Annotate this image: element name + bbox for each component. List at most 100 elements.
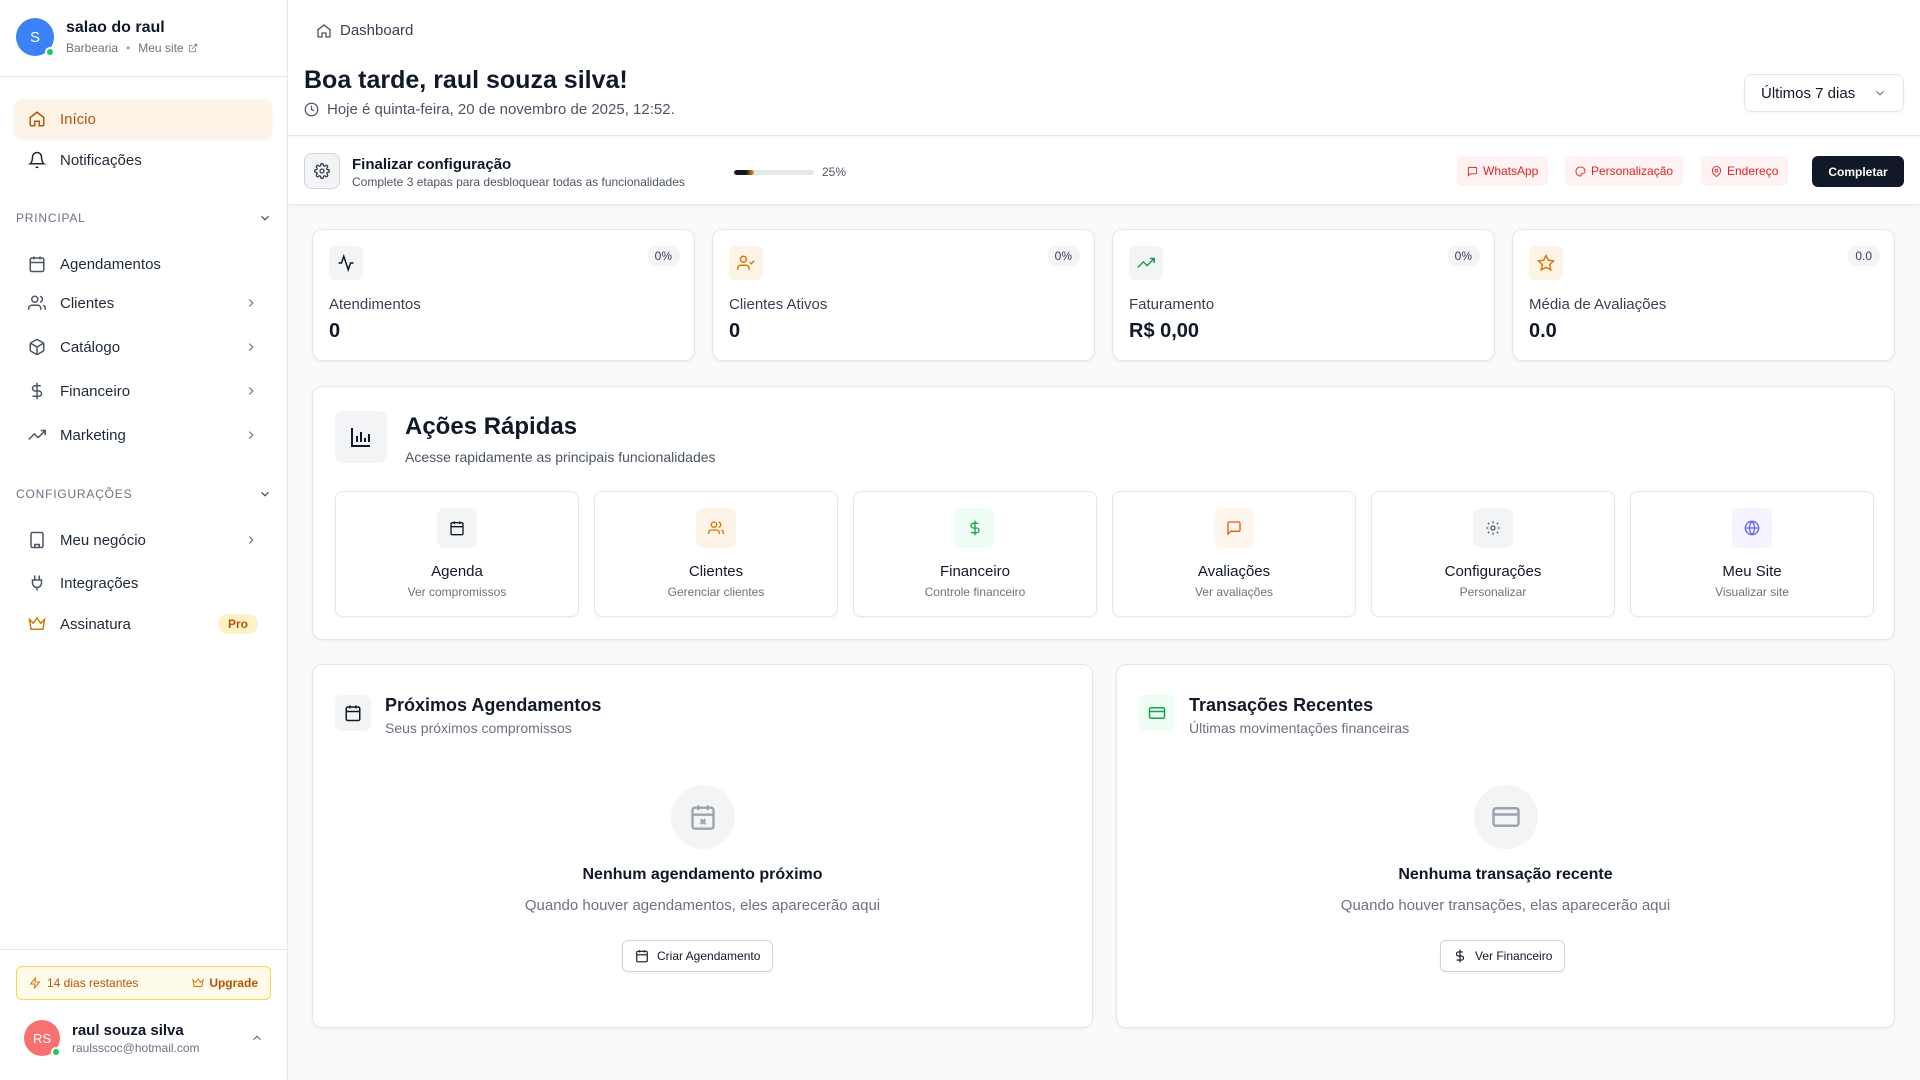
period-value: Últimos 7 dias <box>1761 84 1856 102</box>
stat-label: Atendimentos <box>329 296 421 313</box>
main-content: Dashboard Boa tarde, raul souza silva! H… <box>288 0 1920 1080</box>
empty-state-title: Nenhum agendamento próximo <box>582 866 823 883</box>
trending-up-icon <box>28 426 46 444</box>
online-indicator <box>51 1047 61 1057</box>
setup-title: Finalizar configuração <box>352 156 512 173</box>
trial-days: 14 dias restantes <box>47 976 139 990</box>
nav-item-marketing[interactable]: Marketing <box>14 415 272 455</box>
brand-header[interactable]: S salao do raul Barbearia • Meu site <box>16 18 198 57</box>
setup-chip-endereco[interactable]: Endereço <box>1701 156 1789 186</box>
nav-item-inicio[interactable]: Início <box>14 99 272 139</box>
stat-card-clientes-ativos: 0% Clientes Ativos 0 <box>712 229 1095 361</box>
my-site-link[interactable]: Meu site <box>138 41 197 55</box>
period-select[interactable]: Últimos 7 dias <box>1744 74 1904 112</box>
quick-action-title: Meu Site <box>1722 563 1782 580</box>
recent-transactions-panel: Transações Recentes Últimas movimentaçõe… <box>1116 664 1895 1028</box>
nav-item-notificacoes[interactable]: Notificações <box>14 140 272 180</box>
setup-chip-whatsapp[interactable]: WhatsApp <box>1457 156 1549 186</box>
building-icon <box>28 531 46 549</box>
stat-card-faturamento: 0% Faturamento R$ 0,00 <box>1112 229 1495 361</box>
quick-action-subtitle: Ver avaliações <box>1194 585 1274 599</box>
dollar-icon <box>28 382 46 400</box>
section-config-label: CONFIGURAÇÕES <box>16 487 133 501</box>
chevron-right-icon <box>244 340 258 354</box>
quick-action-avaliacoes[interactable]: Avaliações Ver avaliações <box>1112 491 1356 617</box>
calendar-icon <box>28 255 46 273</box>
calendar-x-icon <box>671 785 735 849</box>
quick-action-configuracoes[interactable]: Configurações Personalizar <box>1371 491 1615 617</box>
quick-action-title: Clientes <box>688 563 744 580</box>
online-indicator <box>45 47 55 57</box>
user-initials: RS <box>32 1030 52 1046</box>
quick-action-subtitle: Gerenciar clientes <box>667 585 765 599</box>
stat-label: Faturamento <box>1129 296 1215 313</box>
empty-state-title: Nenhuma transação recente <box>1398 866 1613 883</box>
users-icon <box>696 508 736 548</box>
chevron-down-icon <box>258 211 272 225</box>
my-site-label: Meu site <box>138 41 184 55</box>
brand-avatar: S <box>16 18 55 57</box>
user-check-icon <box>729 246 763 280</box>
quick-action-clientes[interactable]: Clientes Gerenciar clientes <box>594 491 838 617</box>
stat-value: 0.0 <box>1529 320 1557 342</box>
nav-label: Integrações <box>60 574 139 592</box>
brand-initial: S <box>29 28 40 46</box>
create-appointment-button[interactable]: Criar Agendamento <box>622 940 774 972</box>
calendar-icon <box>635 949 649 963</box>
calendar-icon <box>437 508 477 548</box>
chevron-right-icon <box>244 533 258 547</box>
activity-icon <box>329 246 363 280</box>
stat-value: 0 <box>329 320 341 342</box>
nav-item-clientes[interactable]: Clientes <box>14 283 272 323</box>
stat-value: R$ 0,00 <box>1129 320 1200 342</box>
nav-item-agendamentos[interactable]: Agendamentos <box>14 244 272 284</box>
quick-action-meu-site[interactable]: Meu Site Visualizar site <box>1630 491 1874 617</box>
home-icon <box>28 110 46 128</box>
nav-item-integracoes[interactable]: Integrações <box>14 563 272 603</box>
message-icon <box>1467 166 1478 177</box>
credit-card-icon <box>1139 695 1175 731</box>
chevron-right-icon <box>244 428 258 442</box>
nav-item-meu-negocio[interactable]: Meu negócio <box>14 520 272 560</box>
nav-item-catalogo[interactable]: Catálogo <box>14 327 272 367</box>
user-avatar: RS <box>24 1020 61 1057</box>
map-pin-icon <box>1711 165 1722 177</box>
panel-title: Transações Recentes <box>1189 695 1374 715</box>
quick-action-financeiro[interactable]: Financeiro Controle financeiro <box>853 491 1097 617</box>
section-principal-toggle[interactable]: PRINCIPAL <box>16 211 272 225</box>
section-config-toggle[interactable]: CONFIGURAÇÕES <box>16 487 272 501</box>
quick-action-subtitle: Personalizar <box>1459 585 1527 599</box>
trending-up-icon <box>1129 246 1163 280</box>
quick-action-agenda[interactable]: Agenda Ver compromissos <box>335 491 579 617</box>
complete-setup-button[interactable]: Completar <box>1812 156 1904 187</box>
pro-badge: Pro <box>217 614 258 634</box>
lightning-icon <box>29 977 41 989</box>
chevron-up-icon <box>250 1031 264 1045</box>
user-email: raulsscoc@hotmail.com <box>72 1040 200 1055</box>
breadcrumb[interactable]: Dashboard <box>316 22 413 39</box>
crown-icon <box>192 977 205 989</box>
globe-icon <box>1732 508 1772 548</box>
nav-item-assinatura[interactable]: Assinatura Pro <box>14 604 272 644</box>
quick-actions-title: Ações Rápidas <box>405 413 578 440</box>
nav-label: Catálogo <box>60 338 121 356</box>
nav-label: Marketing <box>60 426 126 444</box>
nav-label: Meu negócio <box>60 531 146 549</box>
quick-action-title: Avaliações <box>1197 563 1271 580</box>
chevron-down-icon <box>258 487 272 501</box>
sidebar-divider <box>0 949 288 950</box>
nav-label: Agendamentos <box>60 255 161 273</box>
stat-label: Clientes Ativos <box>729 296 828 313</box>
quick-action-subtitle: Controle financeiro <box>924 585 1026 599</box>
upgrade-button[interactable]: Upgrade <box>192 976 258 990</box>
gear-icon <box>1473 508 1513 548</box>
view-financial-button[interactable]: Ver Financeiro <box>1440 940 1566 972</box>
bar-chart-icon <box>335 411 387 463</box>
quick-action-subtitle: Ver compromissos <box>407 585 507 599</box>
user-menu[interactable]: RS raul souza silva raulsscoc@hotmail.co… <box>24 1020 264 1057</box>
nav-item-financeiro[interactable]: Financeiro <box>14 371 272 411</box>
setup-chip-personalizacao[interactable]: Personalização <box>1565 156 1684 186</box>
plug-icon <box>28 574 46 592</box>
breadcrumb-label: Dashboard <box>340 22 414 39</box>
section-principal-label: PRINCIPAL <box>16 211 86 225</box>
